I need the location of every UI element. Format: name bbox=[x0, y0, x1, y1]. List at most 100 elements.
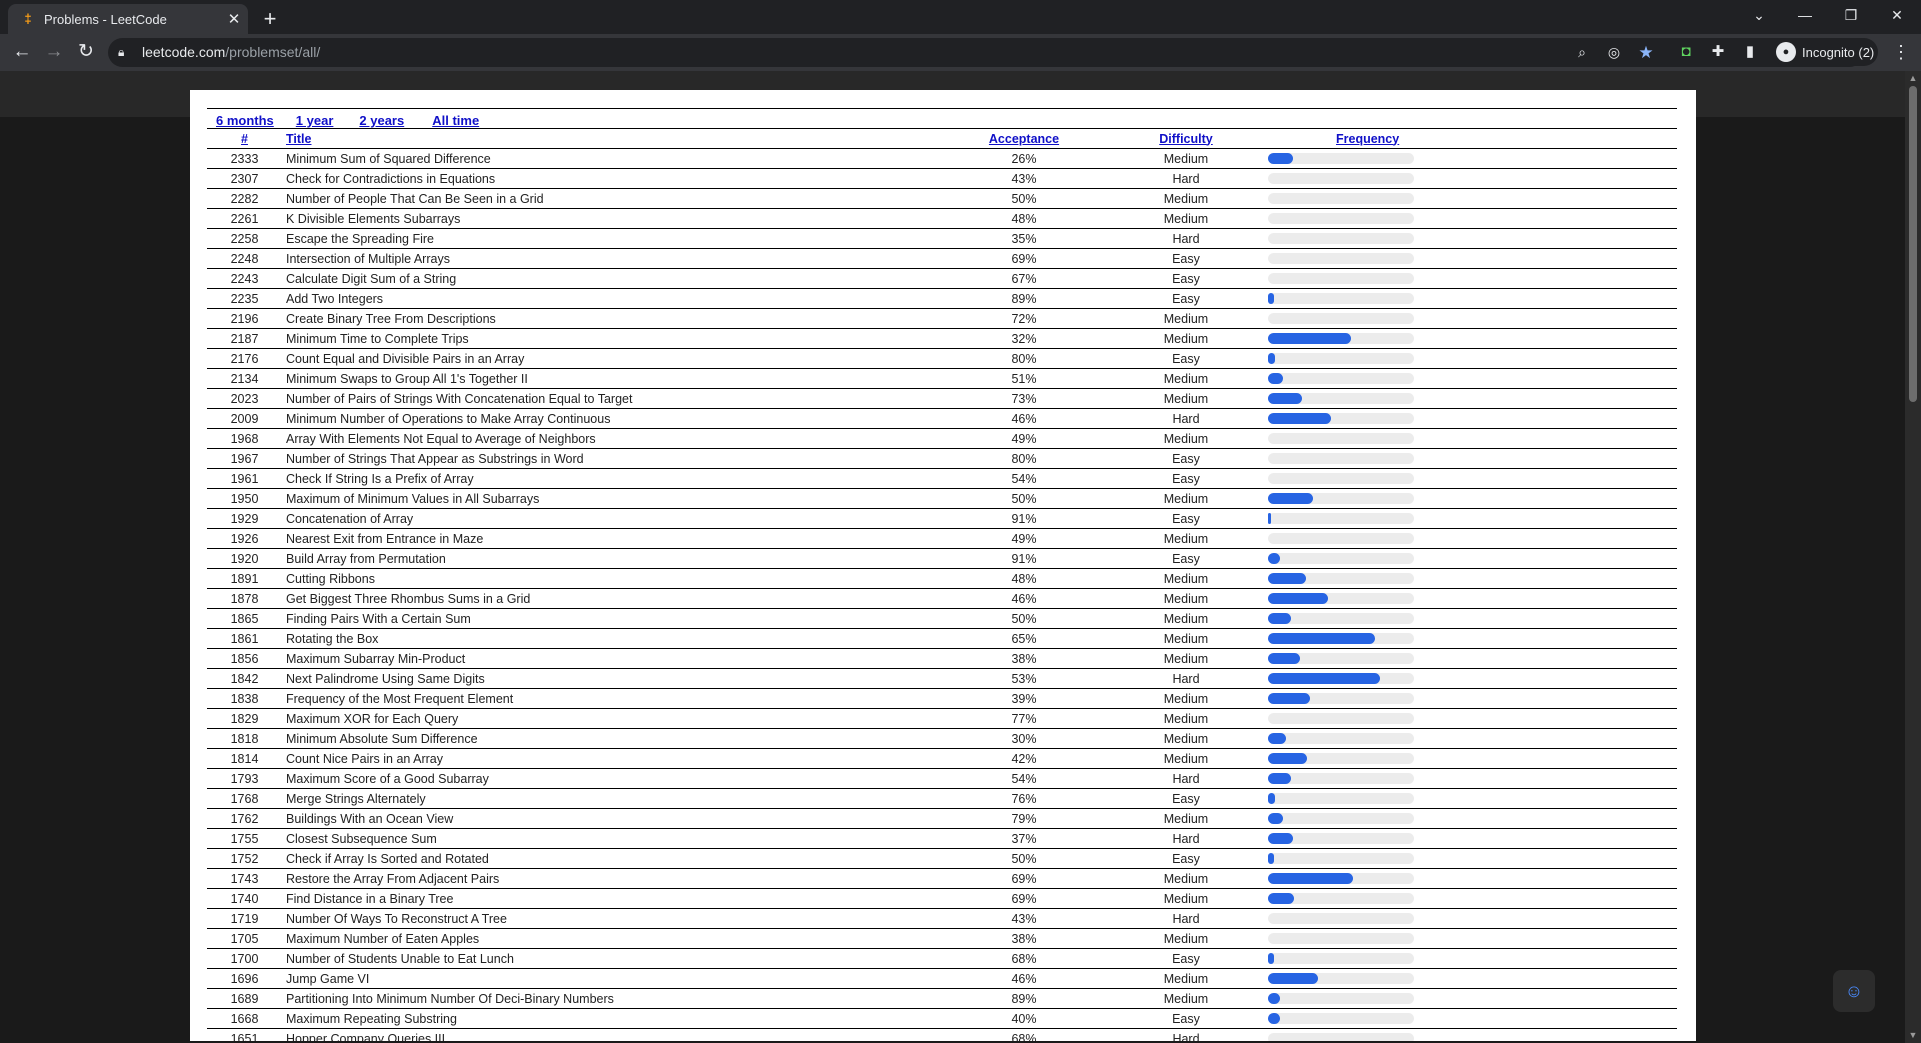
scroll-down-arrow-icon[interactable]: ▼ bbox=[1905, 1028, 1921, 1042]
profile-button[interactable]: ● Incognito (2) bbox=[1772, 38, 1878, 66]
problem-title-link[interactable]: Nearest Exit from Entrance in Maze bbox=[282, 528, 943, 549]
problem-title-link[interactable]: Count Nice Pairs in an Array bbox=[282, 748, 943, 769]
table-row[interactable]: 2235 Add Two Integers 89% Easy bbox=[207, 288, 1677, 309]
problem-title-link[interactable]: Maximum Subarray Min-Product bbox=[282, 648, 943, 669]
problem-title-link[interactable]: Next Palindrome Using Same Digits bbox=[282, 668, 943, 689]
table-row[interactable]: 2196 Create Binary Tree From Descriptions… bbox=[207, 308, 1677, 329]
table-row[interactable]: 1743 Restore the Array From Adjacent Pair… bbox=[207, 868, 1677, 889]
table-row[interactable]: 1929 Concatenation of Array 91% Easy bbox=[207, 508, 1677, 529]
restore-icon[interactable]: ❐ bbox=[1828, 0, 1874, 30]
table-row[interactable]: 2248 Intersection of Multiple Arrays 69% Ea… bbox=[207, 248, 1677, 269]
table-row[interactable]: 1651 Hopper Company Queries III 68% Hard bbox=[207, 1028, 1677, 1041]
new-tab-icon[interactable]: + bbox=[256, 5, 284, 33]
table-row[interactable]: 1878 Get Biggest Three Rhombus Sums in a … bbox=[207, 588, 1677, 609]
table-row[interactable]: 1842 Next Palindrome Using Same Digits 53%… bbox=[207, 668, 1677, 689]
tab-search-icon[interactable]: ⌄ bbox=[1736, 0, 1782, 30]
table-row[interactable]: 1755 Closest Subsequence Sum 37% Hard bbox=[207, 828, 1677, 849]
table-row[interactable]: 1856 Maximum Subarray Min-Product 38% Mediu… bbox=[207, 648, 1677, 669]
problem-title-link[interactable]: Build Array from Permutation bbox=[282, 548, 943, 569]
problem-title-link[interactable]: Calculate Digit Sum of a String bbox=[282, 268, 943, 289]
problem-title-link[interactable]: Jump Game VI bbox=[282, 968, 943, 989]
problem-title-link[interactable]: Maximum of Minimum Values in All Subarra… bbox=[282, 488, 943, 509]
side-panel-icon[interactable]: ▮ bbox=[1737, 38, 1763, 66]
table-row[interactable]: 1689 Partitioning Into Minimum Number Of … bbox=[207, 988, 1677, 1009]
table-row[interactable]: 1705 Maximum Number of Eaten Apples 38% Med… bbox=[207, 928, 1677, 949]
problem-title-link[interactable]: Array With Elements Not Equal to Average… bbox=[282, 428, 943, 449]
problem-title-link[interactable]: Partitioning Into Minimum Number Of Deci… bbox=[282, 988, 943, 1009]
kebab-menu-icon[interactable]: ⋮ bbox=[1888, 38, 1914, 66]
problem-title-link[interactable]: Escape the Spreading Fire bbox=[282, 228, 943, 249]
table-row[interactable]: 1865 Finding Pairs With a Certain Sum 50% M… bbox=[207, 608, 1677, 629]
problem-title-link[interactable]: Minimum Number of Operations to Make Arr… bbox=[282, 408, 943, 429]
lock-icon[interactable]: 🔒︎ bbox=[118, 38, 124, 67]
table-row[interactable]: 2258 Escape the Spreading Fire 35% Hard bbox=[207, 228, 1677, 249]
table-row[interactable]: 1920 Build Array from Permutation 91% Easy bbox=[207, 548, 1677, 569]
column-header-number[interactable]: # bbox=[207, 129, 282, 149]
close-tab-icon[interactable]: ✕ bbox=[220, 10, 248, 28]
problem-title-link[interactable]: Finding Pairs With a Certain Sum bbox=[282, 608, 943, 629]
table-row[interactable]: 1818 Minimum Absolute Sum Difference 30% Me… bbox=[207, 728, 1677, 749]
table-row[interactable]: 2134 Minimum Swaps to Group All 1's Toget… bbox=[207, 368, 1677, 389]
table-row[interactable]: 2023 Number of Pairs of Strings With Conc… bbox=[207, 388, 1677, 409]
period-1-year[interactable]: 1 year bbox=[296, 113, 334, 128]
problem-title-link[interactable]: Hopper Company Queries III bbox=[282, 1028, 943, 1041]
table-row[interactable]: 1668 Maximum Repeating Substring 40% Easy bbox=[207, 1008, 1677, 1029]
table-row[interactable]: 1740 Find Distance in a Binary Tree 69% Med… bbox=[207, 888, 1677, 909]
address-bar[interactable]: 🔒︎ leetcode.com/problemset/all/ ⌕ ◎ ★ bbox=[108, 38, 1864, 67]
problem-title-link[interactable]: Merge Strings Alternately bbox=[282, 788, 943, 809]
table-row[interactable]: 2307 Check for Contradictions in Equation… bbox=[207, 168, 1677, 189]
table-row[interactable]: 2333 Minimum Sum of Squared Difference 26%… bbox=[207, 148, 1677, 169]
problem-title-link[interactable]: Add Two Integers bbox=[282, 288, 943, 309]
problem-title-link[interactable]: Restore the Array From Adjacent Pairs bbox=[282, 868, 943, 889]
table-row[interactable]: 1793 Maximum Score of a Good Subarray 54% H… bbox=[207, 768, 1677, 789]
eye-off-icon[interactable]: ◎ bbox=[1602, 38, 1626, 67]
scroll-up-arrow-icon[interactable]: ▲ bbox=[1905, 71, 1921, 85]
table-row[interactable]: 1891 Cutting Ribbons 48% Medium bbox=[207, 568, 1677, 589]
problem-title-link[interactable]: Create Binary Tree From Descriptions bbox=[282, 308, 943, 329]
period-2-years[interactable]: 2 years bbox=[359, 113, 404, 128]
problem-title-link[interactable]: Find Distance in a Binary Tree bbox=[282, 888, 943, 909]
table-row[interactable]: 1950 Maximum of Minimum Values in All Sub… bbox=[207, 488, 1677, 509]
table-row[interactable]: 1696 Jump Game VI 46% Medium bbox=[207, 968, 1677, 989]
table-row[interactable]: 1814 Count Nice Pairs in an Array 42% Mediu… bbox=[207, 748, 1677, 769]
table-row[interactable]: 1762 Buildings With an Ocean View 79% Mediu… bbox=[207, 808, 1677, 829]
table-row[interactable]: 2009 Minimum Number of Operations to Make… bbox=[207, 408, 1677, 429]
problem-title-link[interactable]: Maximum XOR for Each Query bbox=[282, 708, 943, 729]
table-row[interactable]: 2176 Count Equal and Divisible Pairs in a… bbox=[207, 348, 1677, 369]
table-row[interactable]: 2282 Number of People That Can Be Seen in… bbox=[207, 188, 1677, 209]
column-header-acceptance[interactable]: Acceptance bbox=[943, 129, 1105, 149]
problem-title-link[interactable]: K Divisible Elements Subarrays bbox=[282, 208, 943, 229]
problem-title-link[interactable]: Number of Strings That Appear as Substri… bbox=[282, 448, 943, 469]
table-row[interactable]: 1700 Number of Students Unable to Eat Lun… bbox=[207, 948, 1677, 969]
problem-title-link[interactable]: Check if Array Is Sorted and Rotated bbox=[282, 848, 943, 869]
table-row[interactable]: 1861 Rotating the Box 65% Medium bbox=[207, 628, 1677, 649]
table-row[interactable]: 1719 Number Of Ways To Reconstruct A Tree… bbox=[207, 908, 1677, 929]
problem-title-link[interactable]: Minimum Sum of Squared Difference bbox=[282, 148, 943, 169]
problem-title-link[interactable]: Buildings With an Ocean View bbox=[282, 808, 943, 829]
problem-title-link[interactable]: Check for Contradictions in Equations bbox=[282, 168, 943, 189]
problem-title-link[interactable]: Number Of Ways To Reconstruct A Tree bbox=[282, 908, 943, 929]
period-6-months[interactable]: 6 months bbox=[216, 113, 274, 128]
problem-title-link[interactable]: Concatenation of Array bbox=[282, 508, 943, 529]
scrollbar-thumb[interactable] bbox=[1909, 86, 1917, 402]
problem-title-link[interactable]: Maximum Score of a Good Subarray bbox=[282, 768, 943, 789]
puzzle-icon[interactable]: ✚ bbox=[1705, 38, 1731, 66]
problem-title-link[interactable]: Frequency of the Most Frequent Element bbox=[282, 688, 943, 709]
table-row[interactable]: 1838 Frequency of the Most Frequent Eleme… bbox=[207, 688, 1677, 709]
column-header-title[interactable]: Title bbox=[282, 129, 943, 149]
problem-title-link[interactable]: Maximum Repeating Substring bbox=[282, 1008, 943, 1029]
problem-title-link[interactable]: Get Biggest Three Rhombus Sums in a Grid bbox=[282, 588, 943, 609]
minimize-icon[interactable]: — bbox=[1782, 0, 1828, 30]
feedback-chat-icon[interactable]: ☺ bbox=[1833, 970, 1875, 1012]
problem-title-link[interactable]: Intersection of Multiple Arrays bbox=[282, 248, 943, 269]
problem-title-link[interactable]: Closest Subsequence Sum bbox=[282, 828, 943, 849]
problem-title-link[interactable]: Number of Pairs of Strings With Concaten… bbox=[282, 388, 943, 409]
table-row[interactable]: 2243 Calculate Digit Sum of a String 67% Ea… bbox=[207, 268, 1677, 289]
problem-title-link[interactable]: Minimum Absolute Sum Difference bbox=[282, 728, 943, 749]
problem-title-link[interactable]: Number of Students Unable to Eat Lunch bbox=[282, 948, 943, 969]
problem-title-link[interactable]: Rotating the Box bbox=[282, 628, 943, 649]
problem-title-link[interactable]: Minimum Time to Complete Trips bbox=[282, 328, 943, 349]
period-all-time[interactable]: All time bbox=[432, 113, 479, 128]
table-row[interactable]: 2261 K Divisible Elements Subarrays 48% Med… bbox=[207, 208, 1677, 229]
column-header-difficulty[interactable]: Difficulty bbox=[1105, 129, 1267, 149]
